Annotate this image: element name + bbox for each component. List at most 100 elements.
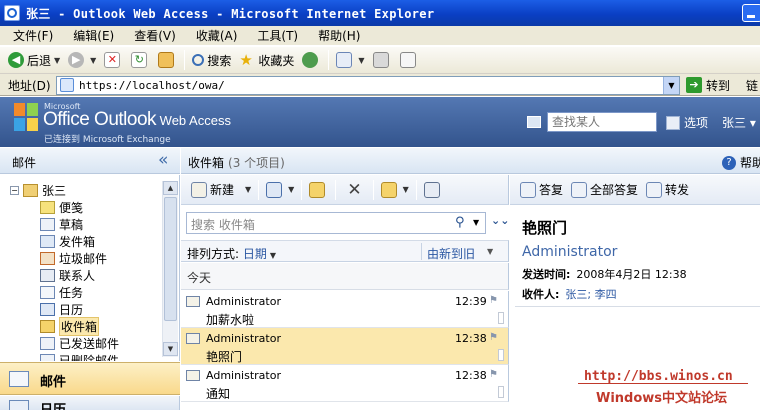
folder-notes[interactable]: 便笺 (40, 199, 83, 216)
links-label[interactable]: 链 (746, 77, 758, 94)
folder-tasks[interactable]: 任务 (40, 284, 83, 301)
menu-tools[interactable]: 工具(T) (244, 26, 305, 46)
mail-dropdown-icon[interactable]: ▼ (358, 56, 364, 65)
sort-label: 排列方式: (187, 247, 240, 261)
sort-order[interactable]: 由新到旧 (427, 245, 475, 262)
move-to-folder-button[interactable] (305, 176, 332, 204)
reading-sender[interactable]: Administrator (522, 244, 617, 260)
address-input[interactable]: https://localhost/owa/ ▼ (56, 76, 680, 95)
folder-label: 草稿 (59, 218, 84, 232)
search-magnifier-icon[interactable]: ⚲ (455, 215, 465, 230)
menu-help[interactable]: 帮助(H) (305, 26, 367, 46)
user-menu-button[interactable]: 张三 ▾ (722, 114, 756, 131)
search-button[interactable]: 搜索 (188, 49, 235, 71)
message-row-selected[interactable]: Administrator 艳照门 12:38 ⚑ (181, 328, 509, 365)
edit-button[interactable] (396, 49, 423, 71)
nav-calendar-button[interactable]: 日历 (0, 396, 180, 410)
category-box-icon[interactable] (498, 349, 504, 361)
brand-office: Office Outlook (43, 109, 157, 130)
forward-button[interactable]: ▶ ▼ (64, 49, 100, 71)
sent-label: 发送时间: (522, 268, 571, 281)
message-row[interactable]: Administrator 加薪水啦 12:39 ⚑ (181, 291, 509, 328)
search-scope-dropdown-icon[interactable]: ▼ (473, 218, 479, 227)
new-dropdown[interactable]: ▼ (238, 176, 255, 204)
collapse-tree-icon[interactable]: − (10, 186, 19, 195)
options-button[interactable]: 选项 (666, 114, 708, 131)
inbox-search-input[interactable]: 搜索 收件箱 ⚲ ▼ (186, 212, 486, 234)
go-button[interactable]: ➔ 转到 (686, 76, 730, 94)
sort-order-dropdown-icon[interactable]: ▼ (487, 247, 493, 256)
window-title-bar[interactable]: 张三 - Outlook Web Access - Microsoft Inte… (0, 0, 760, 26)
sort-value[interactable]: 日期 (243, 247, 267, 261)
folder-label: 联系人 (59, 269, 96, 283)
find-people-input[interactable] (547, 112, 657, 132)
reply-all-button[interactable]: 全部答复 (567, 176, 642, 204)
deleted-items-icon (40, 354, 55, 361)
flag-icon[interactable]: ⚑ (489, 295, 498, 306)
mailbox-icon (23, 184, 38, 197)
folder-contacts[interactable]: 联系人 (40, 267, 95, 284)
reading-recipients: 收件人: 张三; 李四 (522, 286, 617, 302)
back-dropdown-icon[interactable]: ▼ (54, 56, 60, 65)
collapse-nav-icon[interactable]: « (158, 150, 168, 170)
expand-search-icon[interactable]: ⌄⌄ (491, 214, 509, 227)
sent-value: 2008年4月2日 12:38 (576, 268, 687, 281)
scroll-thumb[interactable] (164, 197, 177, 321)
menu-file[interactable]: 文件(F) (0, 26, 60, 46)
flag-icon[interactable]: ⚑ (489, 332, 498, 343)
folder-inbox[interactable]: 收件箱 (40, 317, 100, 336)
scroll-up-icon[interactable]: ▲ (163, 181, 178, 195)
search-label: 搜索 (207, 53, 232, 68)
flag-icon[interactable]: ⚑ (489, 369, 498, 380)
media-button[interactable] (298, 49, 325, 71)
stop-button[interactable]: ✕ (100, 49, 127, 71)
help-button[interactable]: ? 帮助 (722, 154, 760, 171)
nav-mail-button[interactable]: 邮件 (0, 362, 180, 395)
view-button[interactable]: ▼ (262, 176, 298, 204)
folder-sent[interactable]: 已发送邮件 (40, 335, 119, 352)
address-book-icon[interactable] (527, 116, 541, 128)
forward-button[interactable]: 转发 (642, 176, 693, 204)
folder-tree-scrollbar[interactable]: ▲ ▼ (162, 181, 178, 357)
folder-outbox[interactable]: 发件箱 (40, 233, 95, 250)
menu-view[interactable]: 查看(V) (121, 26, 183, 46)
home-button[interactable] (154, 49, 181, 71)
favorites-button[interactable]: ★ 收藏夹 (235, 49, 298, 71)
message-row[interactable]: Administrator 通知 12:38 ⚑ (181, 365, 509, 402)
minimize-button[interactable] (742, 4, 760, 22)
forward-dropdown-icon[interactable]: ▼ (90, 56, 96, 65)
recipient-list[interactable]: 张三; 李四 (565, 288, 616, 301)
go-label: 转到 (706, 78, 731, 93)
delete-button[interactable]: ✕ (339, 176, 369, 204)
address-book-button[interactable] (420, 176, 447, 204)
refresh-button[interactable]: ↻ (127, 49, 154, 71)
folder-deleted[interactable]: 已删除邮件 (40, 352, 119, 361)
back-button[interactable]: ◀ 后退 ▼ (4, 49, 64, 71)
print-icon (372, 52, 389, 68)
folder-drafts[interactable]: 草稿 (40, 216, 83, 233)
menu-edit[interactable]: 编辑(E) (60, 26, 121, 46)
folder-label: 垃圾邮件 (59, 252, 108, 266)
help-icon: ? (722, 155, 736, 170)
mail-button[interactable]: ▼ (332, 49, 368, 71)
sort-by[interactable]: 排列方式: 日期 ▼ (187, 245, 276, 262)
reply-button[interactable]: 答复 (516, 176, 567, 204)
media-icon (302, 52, 319, 68)
folder-root[interactable]: − 张三 (10, 182, 66, 199)
sort-dropdown-icon[interactable]: ▼ (270, 251, 276, 260)
check-dropdown-icon: ▼ (402, 185, 409, 194)
category-box-icon[interactable] (498, 386, 504, 398)
category-box-icon[interactable] (498, 312, 504, 324)
junk-mail-icon (40, 252, 55, 265)
scroll-down-icon[interactable]: ▼ (163, 342, 178, 356)
menu-favorites[interactable]: 收藏(A) (183, 26, 245, 46)
toolbar-separator (335, 179, 337, 200)
print-button[interactable] (369, 49, 396, 71)
address-dropdown-icon[interactable]: ▼ (663, 77, 679, 94)
new-message-button[interactable]: 新建 (187, 176, 238, 204)
group-label: 今天 (187, 271, 212, 285)
check-messages-button[interactable]: ▼ (377, 176, 413, 204)
address-url[interactable]: https://localhost/owa/ (79, 79, 225, 92)
folder-calendar[interactable]: 日历 (40, 301, 83, 318)
folder-junk[interactable]: 垃圾邮件 (40, 250, 107, 267)
